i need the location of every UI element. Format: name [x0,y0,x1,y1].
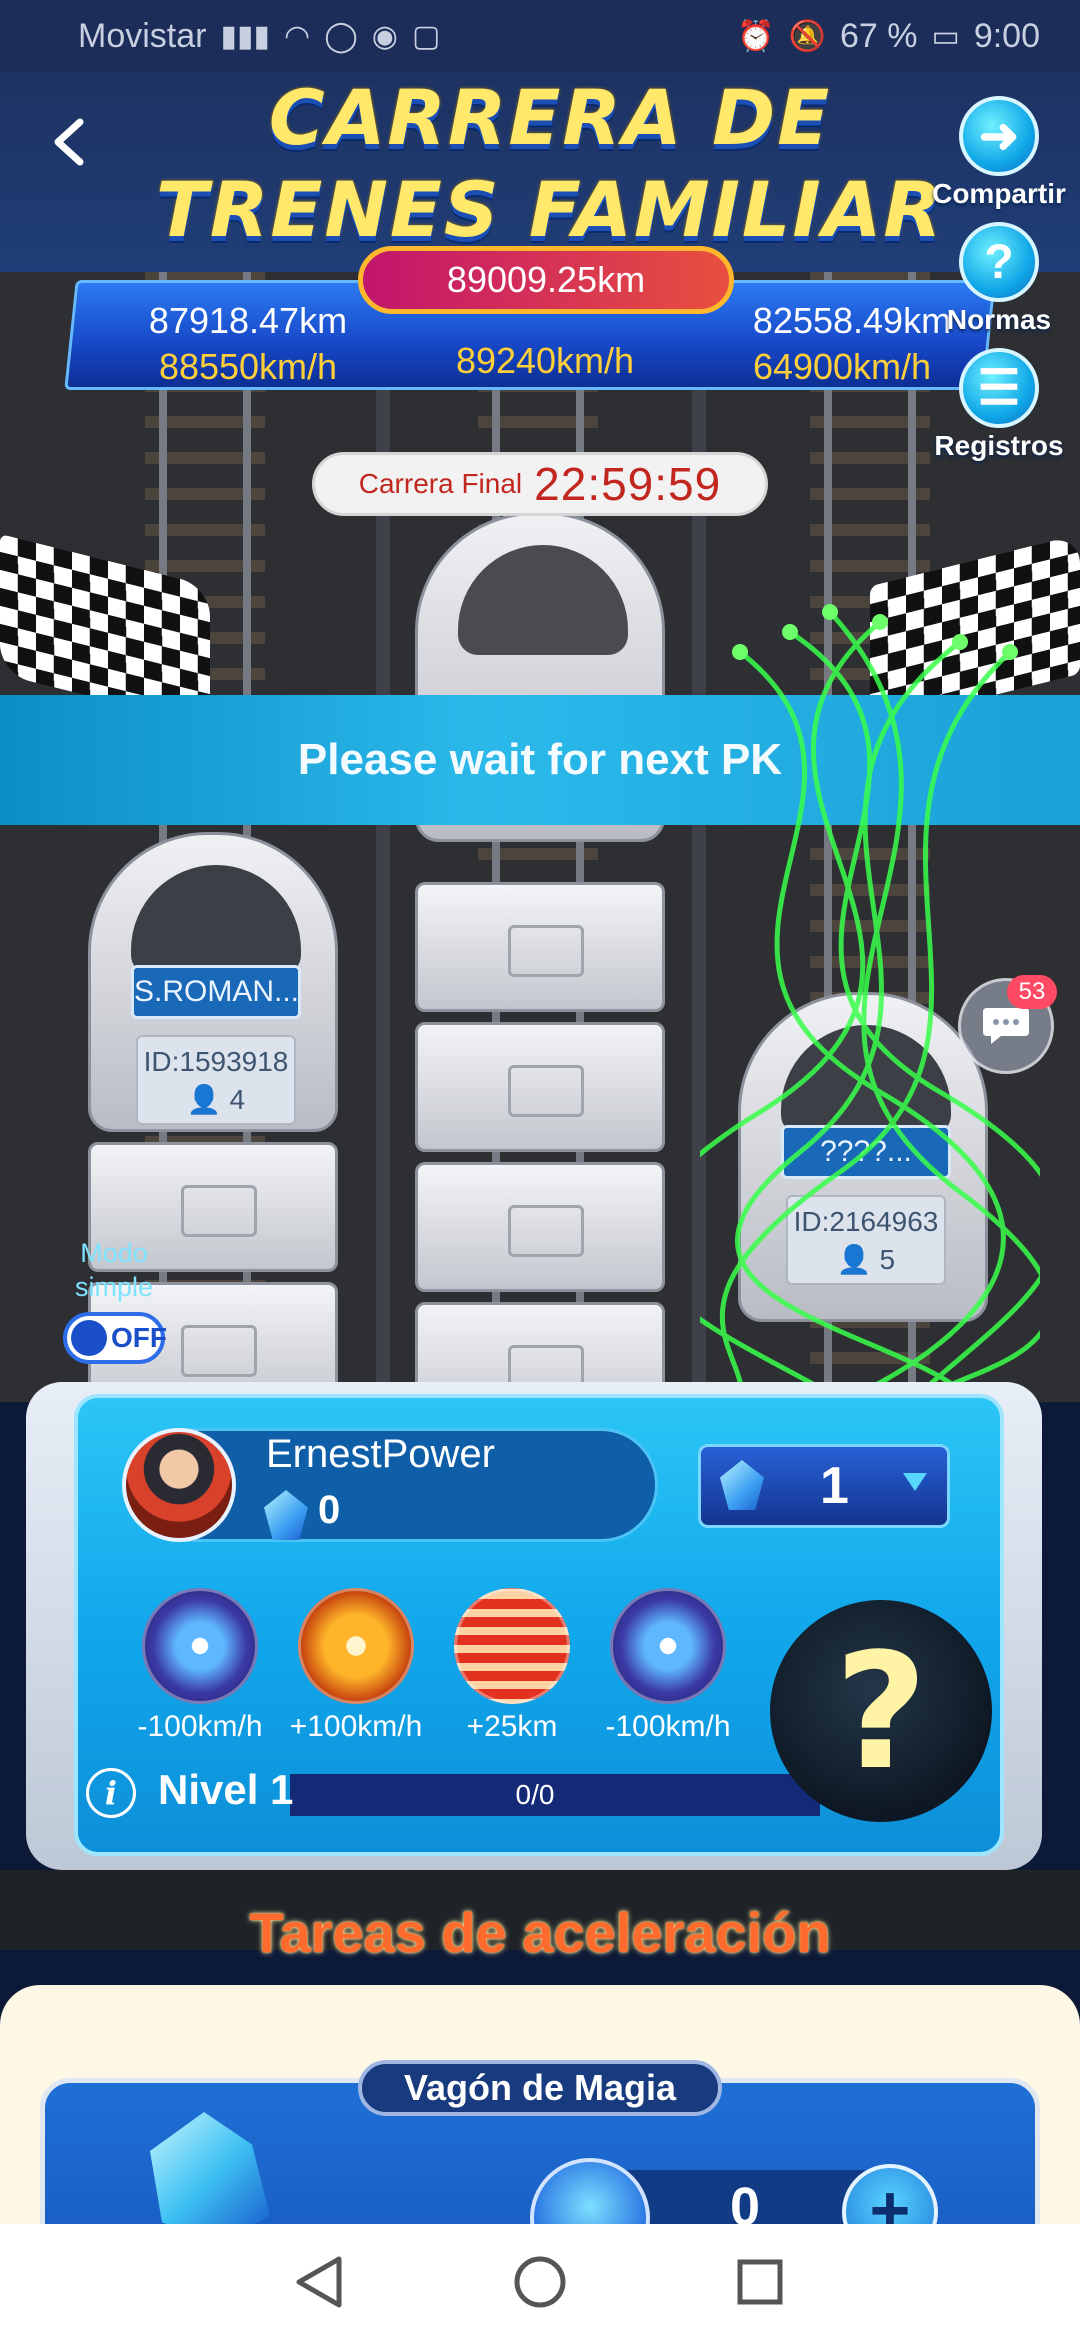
timer-label: Carrera Final [358,468,523,499]
title-line-2: TRENES FAMILIAR [156,165,944,254]
status-bar: Movistar ▮▮▮ ◠ ◯ ◉ ▢ ⏰ 🔕 67 % ▭ 9:00 [0,0,1080,72]
train-window [131,865,301,975]
train-window [781,1025,951,1135]
simple-mode-label-2: simple [74,1272,154,1302]
rules-label: Normas [946,304,1052,335]
chevron-down-icon[interactable] [903,1473,927,1491]
orange-burst-icon[interactable] [298,1588,414,1704]
instagram-icon: ▢ [411,19,441,53]
toggle-knob [71,1320,107,1356]
battery-percent: 67 % [839,16,918,55]
share-arrow-icon: ➜ [959,96,1039,176]
chat-icon [983,1008,1029,1044]
lane-divider [692,272,706,1402]
whatsapp-icon: ◯ [324,19,358,53]
left-train-head[interactable]: S.ROMAN... ID:1593918 👤 4 [88,832,338,1132]
nav-recents-button[interactable] [730,2252,790,2312]
race-track-area: S.ROMAN... ID:1593918 👤 4 ????... ID:216… [0,272,1080,1402]
toggle-state: OFF [111,1322,167,1353]
nav-home-button[interactable] [510,2252,570,2312]
center-distance: 89009.25km [358,246,734,314]
question-icon: ? [959,222,1039,302]
nav-back-button[interactable] [290,2252,350,2312]
left-speed: 88550km/h [158,346,338,387]
messenger-icon: ◉ [371,19,398,53]
level-label: Nivel 1 [158,1766,294,1813]
mystery-box-button[interactable]: ? [770,1600,992,1822]
left-train-name: S.ROMAN... [131,965,301,1019]
alarm-icon: ⏰ [737,19,775,53]
left-distance: 87918.47km [148,300,348,341]
info-icon[interactable]: i [86,1768,136,1818]
red-spring-icon[interactable] [454,1588,570,1704]
clock: 9:00 [973,16,1040,55]
mute-icon: 🔕 [788,19,826,53]
chat-unread-badge: 53 [1007,975,1057,1009]
level-progress-text: 0/0 [515,1779,555,1810]
share-label: Compartir [932,178,1066,209]
records-label: Registros [934,430,1064,461]
back-arrow-icon[interactable] [44,114,100,170]
train-car[interactable] [415,882,665,1012]
player-gem-count: 0 [318,1488,341,1532]
battery-icon: ▭ [931,19,960,53]
tasks-title: Tareas de aceleración [249,1901,831,1964]
blue-burst-icon[interactable] [610,1588,726,1704]
train-window [458,545,628,655]
final-race-timer: Carrera Final 22:59:59 [312,452,768,516]
avatar[interactable] [122,1428,236,1542]
right-train-members: 5 [879,1244,896,1275]
skill-label-2: +100km/h [289,1710,423,1743]
magic-wagon-title: Vagón de Magia [358,2060,722,2116]
train-car[interactable] [415,1162,665,1292]
wifi-icon: ◠ [284,19,311,53]
member-icon: 👤 [186,1084,222,1115]
member-icon: 👤 [836,1244,872,1275]
left-train-members: 4 [229,1084,246,1115]
triangle-back-icon [296,2256,342,2308]
question-icon: ? [834,1617,928,1805]
document-icon: ☰ [959,348,1039,428]
gem-amount-value: 1 [820,1457,849,1515]
center-speed: 89240km/h [455,340,635,381]
rules-button[interactable]: ? Normas [924,222,1074,336]
right-train-name: ????... [781,1125,951,1179]
right-train-head[interactable]: ????... ID:2164963 👤 5 [738,992,988,1322]
simple-mode-label-1: Modo [80,1238,148,1268]
header: CARRERA DE TRENES FAMILIAR [0,72,1080,272]
lane-divider [376,272,390,1402]
right-train-id-plate: ID:2164963 👤 5 [786,1195,946,1285]
blue-burst-icon[interactable] [142,1588,258,1704]
circle-home-icon [514,2256,566,2308]
right-train-id: ID:2164963 [793,1206,939,1237]
left-train-id-plate: ID:1593918 👤 4 [136,1035,296,1125]
skill-label-4: -100km/h [605,1710,731,1743]
square-recents-icon [737,2259,783,2305]
title-line-1: CARRERA DE [268,73,832,162]
share-button[interactable]: ➜ Compartir [924,96,1074,210]
records-button[interactable]: ☰ Registros [924,348,1074,462]
timer-value: 22:59:59 [534,458,722,510]
signal-icon: ▮▮▮ [220,19,270,53]
train-car[interactable] [415,1022,665,1152]
skill-label-3: +25km [466,1710,558,1743]
simple-mode: Modo simple OFF [54,1236,174,1364]
left-train-id: ID:1593918 [143,1046,289,1077]
carrier-label: Movistar [78,16,207,55]
player-name: ErnestPower [266,1432,495,1476]
waiting-banner: Please wait for next PK [0,695,1080,825]
chat-button[interactable]: 53 [958,975,1057,1074]
skill-label-1: -100km/h [137,1710,263,1743]
simple-mode-toggle[interactable]: OFF [63,1312,167,1364]
page-title: CARRERA DE TRENES FAMILIAR [150,72,950,256]
system-nav-bar [0,2224,1080,2340]
